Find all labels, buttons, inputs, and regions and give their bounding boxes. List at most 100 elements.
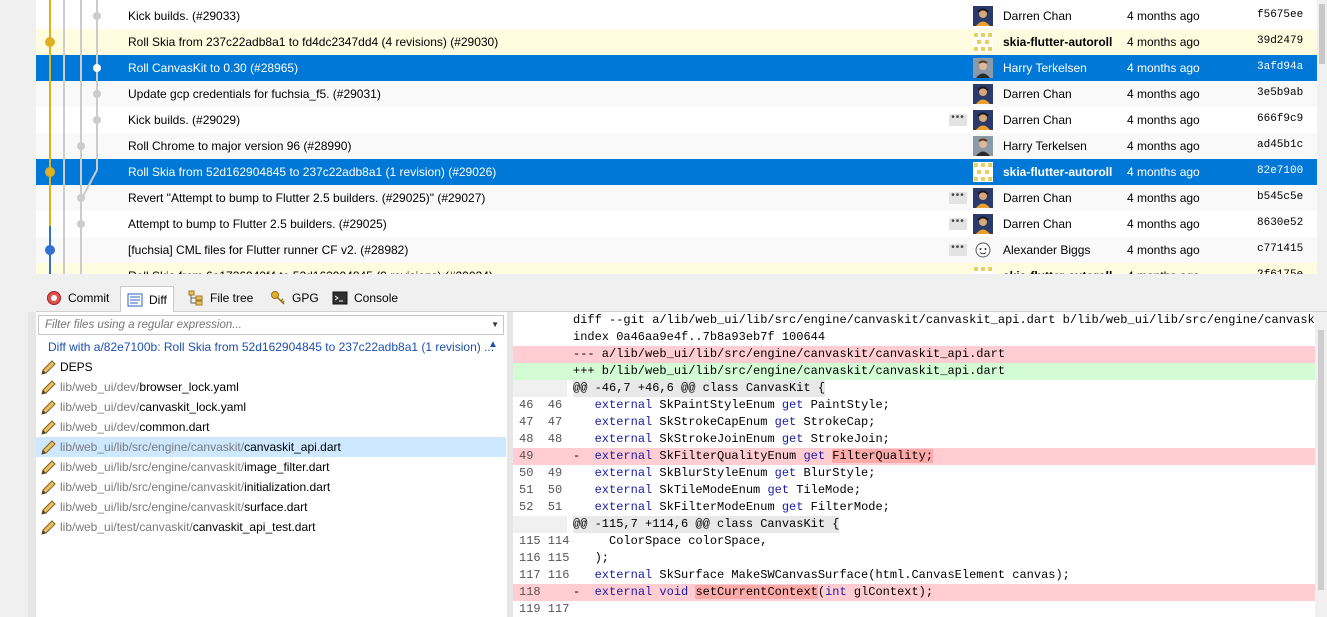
commit-row[interactable]: Kick builds. (#29029) ••• Darren Chan 4 mon… [36,107,1317,133]
diff-code: external SkPaintStyleEnum get PaintStyle… [594,398,890,412]
chevron-up-icon[interactable]: ▲ [488,339,498,350]
modified-pencil-icon [40,480,56,495]
diff-code: @@ -115,7 +114,6 @@ class CanvasKit { [573,516,840,533]
diff-code: diff --git a/lib/web_ui/lib/src/engine/c… [573,313,1315,327]
file-filter-box[interactable]: ▼ [38,315,504,335]
diff-line: 117 116 external SkSurface MakeSWCanvasS… [513,567,1315,584]
changed-file-item[interactable]: DEPS [36,357,506,377]
line-number: 50 49 [519,466,563,480]
changed-file-item[interactable]: lib/web_ui/dev/common.dart [36,417,506,437]
commit-message: Roll Skia from 237c22adb8a1 to fd4dc2347… [128,35,499,49]
commit-row[interactable]: Attempt to bump to Flutter 2.5 builders.… [36,211,1317,237]
line-number: 52 51 [519,500,563,514]
diff-line: 50 49 external SkBlurStyleEnum get BlurS… [513,465,1315,482]
commit-hash: 82e7100 [1257,165,1304,177]
commit-row[interactable]: Roll Skia from 6a1736949f4 to 52d1629048… [36,263,1317,274]
diff-code: external SkSurface MakeSWCanvasSurface(h… [594,568,1070,582]
file-name: common.dart [139,420,210,434]
commit-row[interactable]: [fuchsia] CML files for Flutter runner C… [36,237,1317,263]
changed-token: FilterQuality; [832,449,934,463]
file-tree-icon [188,290,203,306]
commit-list-scrollbar-thumb[interactable] [1319,4,1325,64]
diff-code: external SkStrokeCapEnum get StrokeCap; [594,415,876,429]
more-options-icon[interactable]: ••• [949,113,967,126]
commit-hash: 3afd94a [1257,61,1304,73]
line-number: 119 117 [519,602,570,616]
line-number: 115 114 [519,534,570,548]
commit-row[interactable]: Roll Skia from 237c22adb8a1 to fd4dc2347… [36,29,1317,55]
file-name: DEPS [60,360,93,374]
keyword: get [781,398,804,412]
file-dir: lib/web_ui/dev/ [60,400,140,414]
file-filter-input[interactable] [39,316,491,334]
file-dir: lib/web_ui/lib/src/engine/canvaskit/ [60,500,245,514]
graph-commit-dot [93,116,101,124]
diff-line: +++ b/lib/web_ui/lib/src/engine/canvaski… [513,363,1315,380]
commit-author: skia-flutter-autoroll [1003,269,1112,274]
tab-gpg[interactable]: GPG [264,286,325,310]
more-options-icon[interactable]: ••• [949,217,967,230]
commit-hash: 3e5b9ab [1257,87,1304,99]
diff-code: external SkBlurStyleEnum get BlurStyle; [594,466,876,480]
avatar [973,58,993,78]
avatar [973,84,993,104]
modified-pencil-icon [40,380,56,395]
commit-row[interactable]: Revert "Attempt to bump to Flutter 2.5 b… [36,185,1317,211]
changed-file-item[interactable]: lib/web_ui/lib/src/engine/canvaskit/surf… [36,497,506,517]
commit-date: 4 months ago [1127,35,1200,49]
commit-list-scrollbar[interactable] [1317,0,1327,274]
commit-date: 4 months ago [1127,191,1200,205]
commit-row[interactable]: Roll Skia from 52d162904845 to 237c22adb… [36,159,1317,185]
commit-row[interactable]: Update gcp credentials for fuchsia_f5. (… [36,81,1317,107]
tab-commit[interactable]: Commit [40,286,115,310]
changed-file-item[interactable]: lib/web_ui/lib/src/engine/canvaskit/init… [36,477,506,497]
commit-row[interactable]: Kick builds. (#29033) Darren Chan 4 months… [36,3,1317,29]
diff-code: - external SkFilterQualityEnum get Filte… [573,449,934,463]
keyword: external [594,449,653,463]
diff-code: ColorSpace colorSpace, [573,534,768,548]
diff-with-selector[interactable]: Diff with a/82e7100b: Roll Skia from 52d… [36,338,507,358]
changed-file-item[interactable]: lib/web_ui/lib/src/engine/canvaskit/canv… [36,437,506,457]
commit-author: Alexander Biggs [1003,243,1091,257]
file-path: lib/web_ui/lib/src/engine/canvaskit/canv… [60,440,341,454]
diff-line: 46 46 external SkPaintStyleEnum get Pain… [513,397,1315,414]
file-name: canvaskit_api.dart [244,440,341,454]
diff-line: index 0a46aa9e4f..7b8a93eb7f 100644 [513,329,1315,346]
keyword: external [594,568,653,582]
line-number-gutter [513,380,567,397]
diff-line: @@ -46,7 +46,6 @@ class CanvasKit { [513,380,1315,397]
diff-scrollbar[interactable] [1315,312,1327,617]
line-number: 117 116 [519,568,570,582]
changed-file-item[interactable]: lib/web_ui/dev/canvaskit_lock.yaml [36,397,506,417]
file-dir: lib/web_ui/lib/src/engine/canvaskit/ [60,480,245,494]
more-options-icon[interactable]: ••• [949,243,967,256]
commit-message: Attempt to bump to Flutter 2.5 builders.… [128,217,387,231]
tab-console[interactable]: Console [326,286,404,310]
chevron-down-icon[interactable]: ▼ [491,320,499,329]
line-number: 48 48 [519,432,563,446]
diff-line: 48 48 external SkStrokeJoinEnum get Stro… [513,431,1315,448]
tab-diff[interactable]: Diff [120,286,174,312]
modified-pencil-icon [40,400,56,415]
diff-line: 116 115 ); [513,550,1315,567]
modified-pencil-icon [40,420,56,435]
diff-scrollbar-thumb[interactable] [1318,330,1324,590]
changed-file-item[interactable]: lib/web_ui/lib/src/engine/canvaskit/imag… [36,457,506,477]
keyword: external [594,483,653,497]
commit-row[interactable]: Roll CanvasKit to 0.30 (#28965) Harry Ter… [36,55,1317,81]
commit-date: 4 months ago [1127,139,1200,153]
file-path: lib/web_ui/dev/browser_lock.yaml [60,380,239,394]
commit-row[interactable]: Roll Chrome to major version 96 (#28990)… [36,133,1317,159]
avatar [973,266,993,274]
commit-message: Roll Skia from 52d162904845 to 237c22adb… [128,165,497,179]
commit-message: [fuchsia] CML files for Flutter runner C… [128,243,409,257]
changed-file-item[interactable]: lib/web_ui/dev/browser_lock.yaml [36,377,506,397]
more-options-icon[interactable]: ••• [949,191,967,204]
file-name: initialization.dart [244,480,331,494]
changed-file-item[interactable]: lib/web_ui/test/canvaskit/canvaskit_api_… [36,517,506,537]
file-path: DEPS [60,360,93,374]
keyword: external [594,398,653,412]
tab-file-tree[interactable]: File tree [182,286,259,310]
commit-date: 4 months ago [1127,113,1200,127]
diff-code: external SkTileModeEnum get TileMode; [594,483,862,497]
